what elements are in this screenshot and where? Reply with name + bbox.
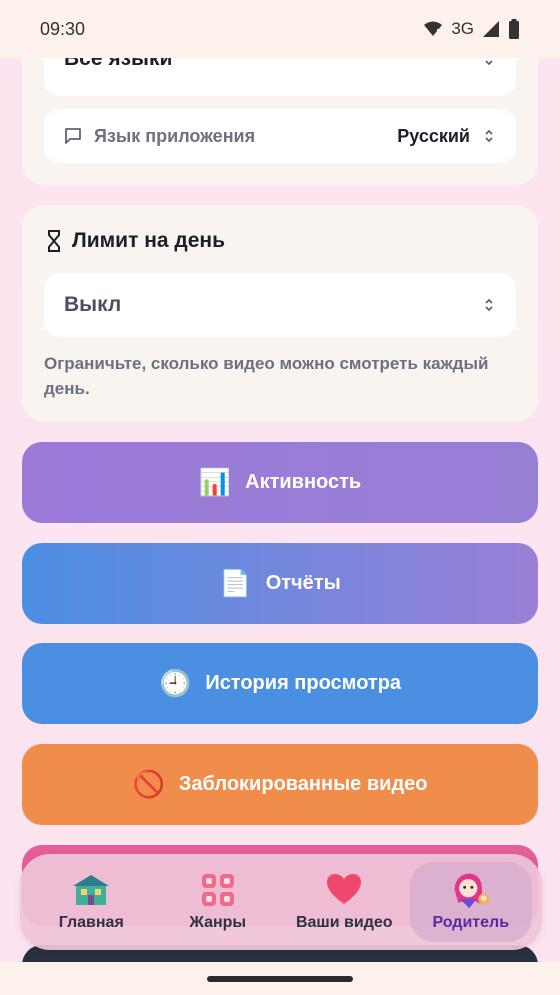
nav-parent-label: Родитель	[432, 914, 510, 931]
app-language-label: Язык приложения	[94, 125, 256, 146]
prohibited-icon: 🚫	[132, 769, 165, 799]
status-icons: 3G	[423, 19, 520, 39]
nav-home[interactable]: Главная	[30, 862, 152, 942]
gesture-navigation-bar	[0, 962, 560, 995]
daily-limit-hint: Ограничьте, сколько видео можно смотреть…	[44, 354, 489, 398]
status-time: 09:30	[40, 18, 86, 39]
status-bar: 09:30 3G	[0, 0, 560, 58]
nav-parent[interactable]: Родитель	[409, 862, 532, 942]
daily-limit-heading: Лимит на день	[46, 229, 225, 253]
bar-chart-icon: 📊	[198, 467, 232, 497]
app-language-value: Русский	[397, 125, 470, 146]
daily-limit-card: Лимит на день Выкл Ограничьте, сколько в…	[22, 205, 538, 422]
nav-your-videos-label: Ваши видео	[295, 914, 393, 931]
watch-history-button-label: История просмотра	[205, 672, 402, 694]
network-type: 3G	[451, 19, 474, 38]
bottom-navigation: Главная Жанры Ваши видео Родитель	[20, 854, 542, 950]
blocked-videos-button[interactable]: 🚫 Заблокированные видео	[22, 744, 538, 825]
wifi-icon	[424, 21, 443, 36]
nav-genres-label: Жанры	[189, 914, 247, 931]
reports-button-label: Отчёты	[265, 572, 341, 594]
watch-history-button[interactable]: 🕘 История просмотра	[22, 643, 538, 724]
activity-button[interactable]: 📊 Активность	[22, 442, 538, 523]
daily-limit-select[interactable]: Выкл	[44, 273, 516, 337]
signal-icon	[483, 21, 499, 37]
activity-button-label: Активность	[245, 471, 362, 493]
nav-home-label: Главная	[58, 914, 124, 931]
chevron-updown-icon	[484, 128, 494, 144]
clock-icon: 🕘	[158, 668, 192, 698]
daily-limit-value: Выкл	[64, 293, 122, 316]
chevron-updown-icon	[484, 297, 494, 313]
chat-bubble-icon	[65, 128, 81, 144]
nav-genres[interactable]: Жанры	[157, 862, 279, 942]
home-gesture-handle[interactable]	[207, 976, 353, 982]
battery-icon	[509, 19, 519, 39]
app-language-select[interactable]: Язык приложения Русский	[44, 109, 516, 163]
heart-icon	[324, 872, 364, 908]
genres-grid-icon	[198, 872, 238, 908]
daily-limit-title: Лимит на день	[72, 229, 226, 252]
hourglass-icon	[48, 230, 60, 252]
reports-button[interactable]: 📄 Отчёты	[22, 543, 538, 624]
document-icon: 📄	[219, 568, 252, 598]
blocked-videos-button-label: Заблокированные видео	[178, 773, 428, 795]
nav-your-videos[interactable]: Ваши видео	[283, 862, 405, 942]
home-icon	[71, 872, 111, 908]
parent-avatar-icon	[451, 872, 491, 909]
